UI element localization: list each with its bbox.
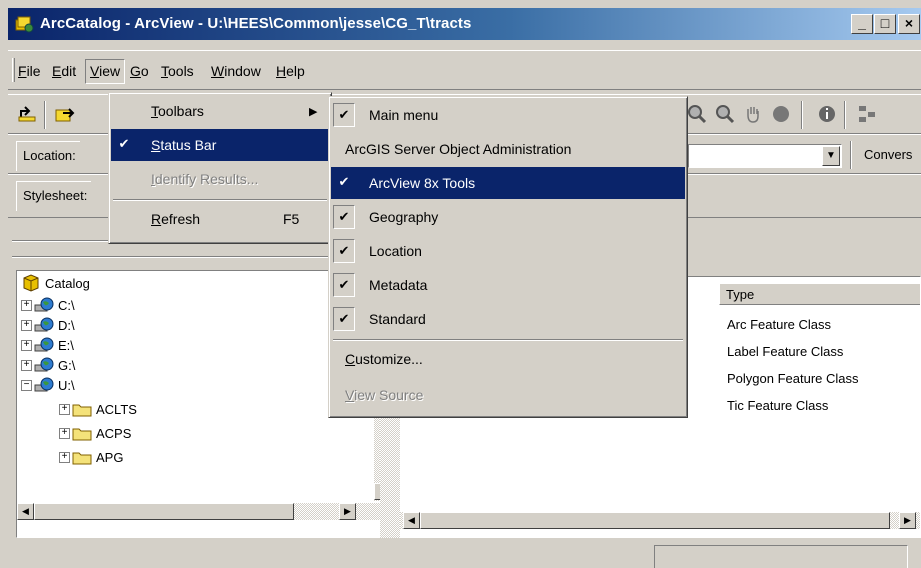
minimize-button[interactable]: _: [851, 14, 873, 34]
check-icon: ✔: [333, 307, 355, 331]
close-button[interactable]: ×: [898, 14, 920, 34]
conversion-label[interactable]: Convers: [858, 141, 916, 171]
drive-globe-icon: [34, 317, 54, 332]
folder-icon: [72, 428, 92, 440]
pan-hand-icon[interactable]: [740, 101, 766, 127]
view-menu: Toolbars ▶ ✔ Status Bar Identify Results…: [108, 92, 332, 244]
scroll-right-icon[interactable]: ▶: [899, 512, 916, 529]
menu-edit[interactable]: Edit: [52, 63, 76, 79]
menu-go[interactable]: Go: [130, 63, 149, 79]
scroll-left-icon[interactable]: ◀: [17, 503, 34, 520]
tree-node-folder[interactable]: + ACPS: [59, 423, 131, 443]
menu-tools[interactable]: Tools: [161, 63, 194, 79]
scroll-thumb[interactable]: [34, 503, 294, 520]
menu-item-toolbars[interactable]: Toolbars ▶: [111, 95, 329, 127]
window-title: ArcCatalog - ArcView - U:\HEES\Common\je…: [40, 15, 472, 32]
toolbar-toggle-arcview-8x-tools[interactable]: ✔ ArcView 8x Tools: [331, 167, 685, 199]
menubar-grip[interactable]: [12, 58, 15, 82]
scroll-thumb[interactable]: [420, 512, 890, 529]
toolbar-separator: [844, 101, 846, 129]
title-bar[interactable]: ArcCatalog - ArcView - U:\HEES\Common\je…: [8, 8, 921, 40]
tree-horizontal-scrollbar[interactable]: ◀ ▶: [17, 503, 391, 520]
chevron-down-icon[interactable]: ▼: [822, 146, 840, 166]
folder-icon: [72, 404, 92, 416]
expand-plus-icon[interactable]: +: [21, 339, 32, 351]
collapse-minus-icon[interactable]: −: [21, 379, 32, 391]
toolbar-toggle-location[interactable]: ✔ Location: [331, 235, 685, 267]
menu-item-customize[interactable]: Customize...: [331, 343, 685, 375]
menu-help[interactable]: Help: [276, 63, 305, 79]
submenu-arrow-icon: ▶: [309, 106, 318, 118]
connect-folder-icon[interactable]: [52, 101, 78, 127]
shortcut-label: F5: [283, 211, 300, 227]
list-item-type[interactable]: Tic Feature Class: [727, 398, 828, 413]
identify-icon[interactable]: [814, 101, 840, 127]
menu-separator: [333, 339, 683, 341]
tree-node-drive[interactable]: + C:\: [21, 295, 75, 315]
menu-file[interactable]: File: [18, 63, 41, 79]
menu-view[interactable]: View: [85, 59, 126, 84]
toolbar-toggle-standard[interactable]: ✔ Standard: [331, 303, 685, 335]
scroll-left-icon[interactable]: ◀: [403, 512, 420, 529]
scroll-right-icon[interactable]: ▶: [339, 503, 356, 520]
tree-node-folder[interactable]: + APG: [59, 447, 123, 467]
column-header-type[interactable]: Type: [719, 283, 920, 305]
drive-globe-icon: [34, 357, 54, 372]
catalog-icon: [23, 274, 39, 292]
toolbar-separator: [44, 101, 46, 129]
zoom-out-icon[interactable]: [712, 101, 738, 127]
tree-node-drive[interactable]: + D:\: [21, 315, 75, 335]
check-icon: ✔: [333, 205, 355, 229]
toolbar-toggle-arcgis-server[interactable]: ArcGIS Server Object Administration: [331, 133, 685, 165]
status-panel: [654, 545, 908, 568]
check-icon: ✔: [118, 136, 130, 151]
list-horizontal-scrollbar[interactable]: ◀ ▶: [399, 512, 920, 529]
drive-globe-icon: [34, 377, 54, 392]
check-icon: ✔: [333, 273, 355, 297]
tree-node-catalog[interactable]: Catalog: [21, 273, 90, 293]
expand-plus-icon[interactable]: +: [59, 427, 70, 439]
toolbar-separator: [850, 141, 852, 169]
menu-separator: [113, 199, 327, 201]
drive-globe-icon: [34, 297, 54, 312]
toolbar-separator: [801, 101, 803, 129]
tree-node-drive[interactable]: + E:\: [21, 335, 74, 355]
list-item-type[interactable]: Polygon Feature Class: [727, 371, 859, 386]
maximize-button[interactable]: □: [874, 14, 896, 34]
stylesheet-label: Stylesheet:: [16, 181, 92, 211]
list-item-type[interactable]: Label Feature Class: [727, 344, 843, 359]
check-icon: ✔: [333, 103, 355, 127]
expand-plus-icon[interactable]: +: [21, 299, 32, 311]
hierarchy-icon[interactable]: [854, 101, 880, 127]
location-combo[interactable]: ▼: [688, 144, 842, 168]
check-icon: ✔: [333, 239, 355, 263]
arccatalog-window: ArcCatalog - ArcView - U:\HEES\Common\je…: [0, 0, 921, 568]
tree-node-drive[interactable]: + G:\: [21, 355, 75, 375]
menu-item-status-bar[interactable]: ✔ Status Bar: [111, 129, 329, 161]
list-item-type[interactable]: Arc Feature Class: [727, 317, 831, 332]
expand-plus-icon[interactable]: +: [59, 451, 70, 463]
drive-globe-icon: [34, 337, 54, 352]
menu-item-refresh[interactable]: Refresh F5: [111, 203, 329, 235]
toolbar-toggle-main-menu[interactable]: ✔ Main menu: [331, 99, 685, 131]
expand-plus-icon[interactable]: +: [21, 359, 32, 371]
location-label: Location:: [16, 141, 80, 171]
status-bar: [8, 540, 921, 568]
folder-icon: [72, 452, 92, 464]
menu-item-identify-results: Identify Results...: [151, 171, 259, 187]
toolbars-submenu: ✔ Main menu ArcGIS Server Object Adminis…: [328, 96, 688, 418]
expand-plus-icon[interactable]: +: [21, 319, 32, 331]
tree-node-drive-expanded[interactable]: − U:\: [21, 375, 75, 395]
up-one-level-icon[interactable]: [14, 101, 40, 127]
toolbar-toggle-metadata[interactable]: ✔ Metadata: [331, 269, 685, 301]
full-extent-icon[interactable]: [768, 101, 794, 127]
tree-node-folder[interactable]: + ACLTS: [59, 399, 137, 419]
toolbar-toggle-geography[interactable]: ✔ Geography: [331, 201, 685, 233]
menu-bar: File Edit View Go Tools Window Help: [8, 50, 921, 90]
menu-item-view-source: View Source: [345, 387, 424, 403]
expand-plus-icon[interactable]: +: [59, 403, 70, 415]
menu-window[interactable]: Window: [211, 63, 261, 79]
check-icon: ✔: [338, 174, 350, 189]
arccatalog-app-icon: [15, 16, 34, 33]
